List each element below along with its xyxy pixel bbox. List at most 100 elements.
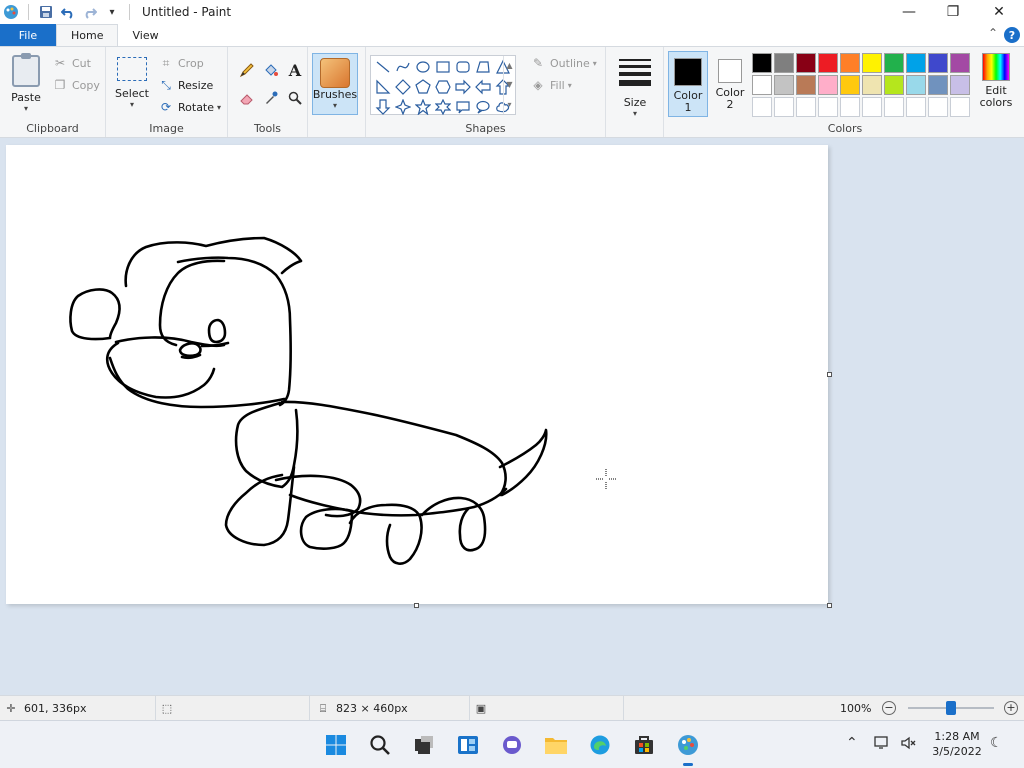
- palette-color-swatch[interactable]: [928, 53, 948, 73]
- redo-icon[interactable]: [79, 0, 101, 24]
- oval-callout-shape-icon[interactable]: [473, 97, 493, 117]
- cut-button[interactable]: ✂ Cut: [52, 55, 91, 71]
- zoom-out-button[interactable]: −: [882, 701, 896, 715]
- crop-button[interactable]: ⌗ Crop: [158, 55, 204, 71]
- color-picker-icon[interactable]: [260, 87, 282, 109]
- palette-color-swatch[interactable]: [796, 75, 816, 95]
- volume-muted-icon[interactable]: [900, 735, 916, 755]
- palette-color-swatch[interactable]: [752, 53, 772, 73]
- eraser-icon[interactable]: [236, 87, 258, 109]
- four-point-star-shape-icon[interactable]: [393, 97, 413, 117]
- size-button[interactable]: Size ▾: [618, 51, 652, 118]
- save-icon[interactable]: [35, 0, 57, 24]
- diamond-shape-icon[interactable]: [393, 77, 413, 97]
- palette-color-swatch[interactable]: [906, 75, 926, 95]
- shapes-scroll-up-icon[interactable]: ▲: [506, 61, 512, 70]
- resize-handle-bottom[interactable]: [414, 603, 419, 608]
- system-clock[interactable]: 1:28 AM 3/5/2022: [926, 729, 988, 759]
- paint-app-icon[interactable]: [0, 0, 22, 24]
- network-icon[interactable]: [874, 735, 890, 755]
- rounded-callout-shape-icon[interactable]: [453, 97, 473, 117]
- hexagon-shape-icon[interactable]: [433, 77, 453, 97]
- palette-color-swatch[interactable]: [818, 53, 838, 73]
- palette-color-swatch[interactable]: [840, 53, 860, 73]
- palette-color-swatch[interactable]: [862, 97, 882, 117]
- search-icon[interactable]: [366, 731, 394, 759]
- palette-color-swatch[interactable]: [840, 97, 860, 117]
- copy-button[interactable]: ❐ Copy: [52, 77, 100, 93]
- palette-color-swatch[interactable]: [884, 75, 904, 95]
- right-arrow-shape-icon[interactable]: [453, 77, 473, 97]
- minimize-button[interactable]: —: [886, 0, 932, 24]
- right-triangle-shape-icon[interactable]: [373, 77, 393, 97]
- undo-icon[interactable]: [57, 0, 79, 24]
- fill-bucket-icon[interactable]: [260, 59, 282, 81]
- palette-color-swatch[interactable]: [906, 97, 926, 117]
- palette-color-swatch[interactable]: [818, 97, 838, 117]
- select-button[interactable]: Select ▾: [112, 51, 152, 109]
- palette-color-swatch[interactable]: [796, 97, 816, 117]
- six-point-star-shape-icon[interactable]: [433, 97, 453, 117]
- palette-color-swatch[interactable]: [884, 97, 904, 117]
- rotate-button[interactable]: ⟳ Rotate ▾: [158, 99, 221, 115]
- left-arrow-shape-icon[interactable]: [473, 77, 493, 97]
- color1-button[interactable]: Color 1: [668, 51, 708, 117]
- line-shape-icon[interactable]: [373, 57, 393, 77]
- pentagon-shape-icon[interactable]: [413, 77, 433, 97]
- paint-taskbar-icon[interactable]: [674, 731, 702, 766]
- edge-browser-icon[interactable]: [586, 731, 614, 759]
- palette-color-swatch[interactable]: [862, 53, 882, 73]
- palette-color-swatch[interactable]: [862, 75, 882, 95]
- five-point-star-shape-icon[interactable]: [413, 97, 433, 117]
- shapes-scroll-down-icon[interactable]: ▼: [506, 80, 512, 89]
- magnifier-icon[interactable]: [284, 87, 306, 109]
- outline-button[interactable]: ✎ Outline ▾: [530, 55, 597, 71]
- palette-color-swatch[interactable]: [928, 97, 948, 117]
- palette-color-swatch[interactable]: [950, 75, 970, 95]
- palette-color-swatch[interactable]: [774, 53, 794, 73]
- resize-handle-corner[interactable]: [827, 603, 832, 608]
- curve-shape-icon[interactable]: [393, 57, 413, 77]
- brushes-button[interactable]: Brushes ▾: [312, 53, 358, 115]
- palette-color-swatch[interactable]: [840, 75, 860, 95]
- palette-color-swatch[interactable]: [906, 53, 926, 73]
- palette-color-swatch[interactable]: [950, 97, 970, 117]
- widgets-icon[interactable]: [454, 731, 482, 759]
- rectangle-shape-icon[interactable]: [433, 57, 453, 77]
- edit-colors-button[interactable]: Edit colors: [976, 53, 1016, 109]
- paste-button[interactable]: Paste ▾: [6, 53, 46, 113]
- show-hidden-icons-icon[interactable]: ⌃: [846, 735, 858, 751]
- zoom-in-button[interactable]: +: [1004, 701, 1018, 715]
- drawing-canvas[interactable]: [6, 145, 828, 604]
- focus-assist-moon-icon[interactable]: ☾: [990, 735, 1003, 751]
- shapes-expand-icon[interactable]: ▾: [507, 100, 511, 109]
- oval-shape-icon[interactable]: [413, 57, 433, 77]
- down-arrow-shape-icon[interactable]: [373, 97, 393, 117]
- tab-home[interactable]: Home: [56, 24, 119, 46]
- resize-button[interactable]: ⤡ Resize: [158, 77, 213, 93]
- tab-file[interactable]: File: [0, 24, 56, 46]
- polygon-shape-icon[interactable]: [473, 57, 493, 77]
- palette-color-swatch[interactable]: [928, 75, 948, 95]
- canvas-workspace[interactable]: [0, 139, 1024, 695]
- palette-color-swatch[interactable]: [774, 97, 794, 117]
- palette-color-swatch[interactable]: [884, 53, 904, 73]
- color2-button[interactable]: Color 2: [710, 51, 750, 117]
- collapse-ribbon-icon[interactable]: ⌃: [988, 26, 998, 40]
- teams-chat-icon[interactable]: [498, 731, 526, 759]
- palette-color-swatch[interactable]: [818, 75, 838, 95]
- file-explorer-icon[interactable]: [542, 731, 570, 759]
- palette-color-swatch[interactable]: [752, 75, 772, 95]
- customize-qa-dropdown-icon[interactable]: ▾: [101, 0, 123, 24]
- palette-color-swatch[interactable]: [774, 75, 794, 95]
- shapes-scroll[interactable]: ▲ ▼ ▾: [503, 56, 515, 114]
- palette-color-swatch[interactable]: [950, 53, 970, 73]
- task-view-icon[interactable]: [410, 731, 438, 759]
- palette-color-swatch[interactable]: [752, 97, 772, 117]
- help-icon[interactable]: ?: [1004, 27, 1020, 43]
- text-icon[interactable]: A: [284, 59, 306, 81]
- windows-start-icon[interactable]: [322, 731, 350, 759]
- maximize-button[interactable]: ❐: [930, 0, 976, 24]
- resize-handle-right[interactable]: [827, 372, 832, 377]
- rounded-rectangle-shape-icon[interactable]: [453, 57, 473, 77]
